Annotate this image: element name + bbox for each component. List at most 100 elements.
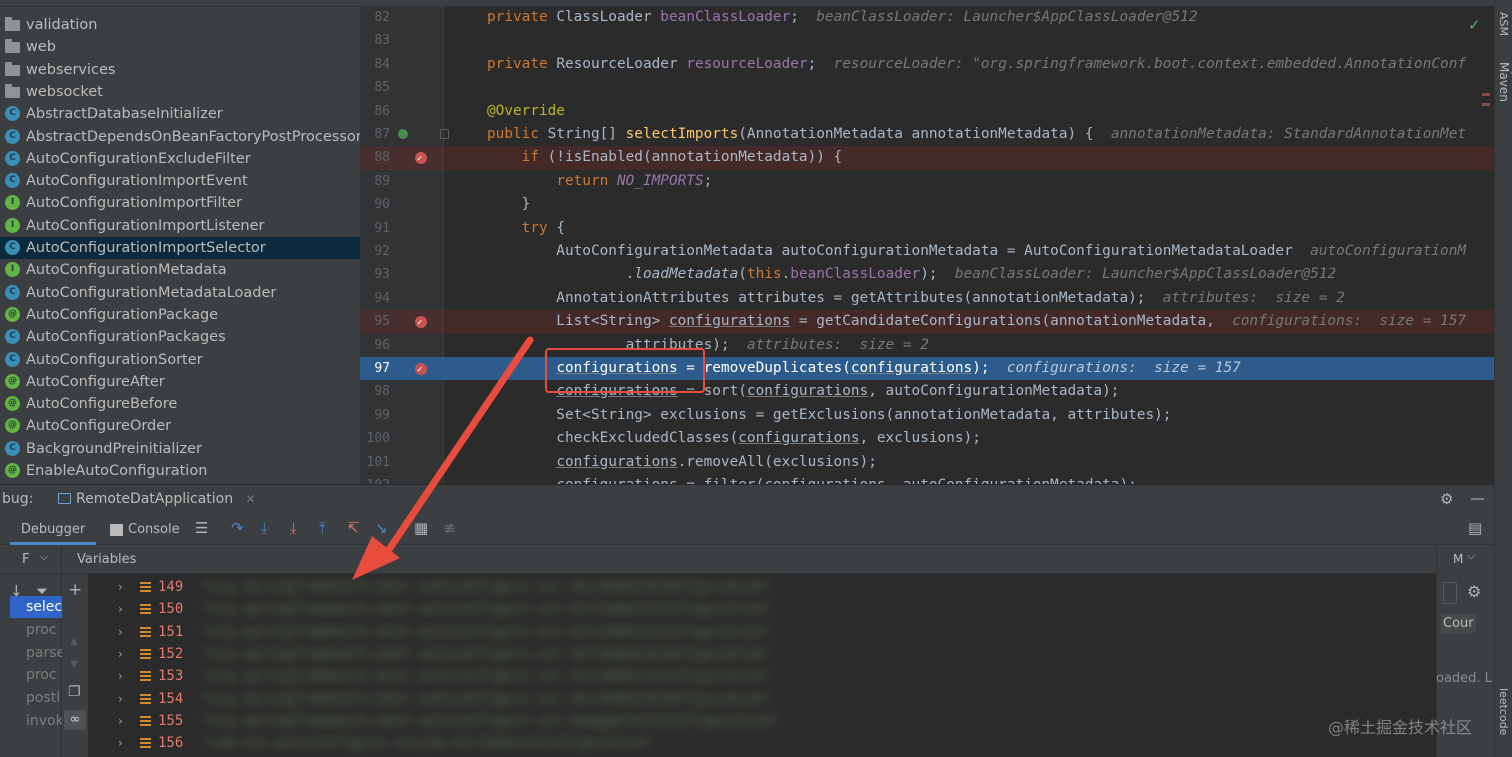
line-number[interactable]: 101 (360, 451, 390, 474)
code-line[interactable]: 101 configurations.removeAll(exclusions)… (360, 451, 1494, 474)
tree-item[interactable]: @ AutoConfigureAfter (0, 371, 360, 393)
code-text[interactable]: public String[] selectImports(Annotation… (487, 123, 1466, 146)
code-text[interactable]: private ResourceLoader resourceLoader; r… (487, 53, 1466, 76)
line-number[interactable]: 95 (360, 310, 390, 333)
glasses-icon[interactable]: ∞ (64, 710, 86, 730)
variable-row[interactable]: › 151 "org.springframework.boot.autoconfig… (88, 621, 1436, 643)
code-line[interactable]: 83 (360, 29, 1494, 52)
variable-row[interactable]: › 155 "org.springframework.boot.autoconfig… (88, 710, 1436, 732)
line-number[interactable]: 90 (360, 193, 390, 216)
line-number[interactable]: 82 (360, 6, 390, 29)
close-icon[interactable]: ✕ (246, 492, 256, 506)
run-to-cursor-icon[interactable]: ↘ (375, 519, 388, 537)
tree-item[interactable]: C AbstractDatabaseInitializer (0, 103, 360, 125)
code-line[interactable]: 102 configurations = filter(configuratio… (360, 474, 1494, 484)
step-out-icon[interactable]: ⤒ (319, 519, 326, 537)
tree-item[interactable]: C AbstractDependsOnBeanFactoryPostProcess… (0, 126, 360, 148)
line-number[interactable]: 87 (360, 123, 390, 146)
gear-icon[interactable]: ⚙ (1467, 582, 1481, 601)
code-line[interactable]: 93 .loadMetadata(this.beanClassLoader); … (360, 263, 1494, 286)
tree-item[interactable]: I AutoConfigurationMetadata (0, 259, 360, 281)
stack-frame[interactable]: selec (10, 596, 62, 618)
stack-frame[interactable]: proc (26, 664, 62, 686)
asm-tool-tab[interactable]: ASM (1497, 12, 1510, 36)
code-editor[interactable]: 82 private ClassLoader beanClassLoader; b… (360, 0, 1494, 484)
minimize-icon[interactable]: — (1470, 489, 1485, 507)
run-config-tab[interactable]: RemoteDatApplication ✕ (54, 485, 264, 513)
force-step-into-icon[interactable]: ⤓ (290, 519, 297, 537)
error-stripe-marker[interactable] (1482, 85, 1490, 115)
code-text[interactable]: configurations.removeAll(exclusions); (487, 451, 877, 474)
code-text[interactable]: try { (487, 217, 565, 240)
gear-icon[interactable]: ⚙ (1440, 490, 1453, 508)
override-marker-icon[interactable] (398, 129, 408, 139)
breakpoint-icon[interactable] (415, 148, 427, 172)
code-text[interactable]: private ClassLoader beanClassLoader; bea… (487, 6, 1197, 29)
chevron-right-icon[interactable]: › (118, 665, 123, 687)
stack-frame[interactable]: proc (26, 619, 62, 641)
chevron-down-icon[interactable]: ⌵ (1467, 549, 1475, 563)
tree-item[interactable]: @ AutoConfigureBefore (0, 393, 360, 415)
code-text[interactable]: List<String> configurations = getCandida… (487, 310, 1466, 333)
code-text[interactable]: } (487, 193, 531, 216)
code-line[interactable]: 88 if (!isEnabled(annotationMetadata)) { (360, 146, 1494, 172)
tree-item[interactable]: validation (0, 14, 360, 36)
chevron-right-icon[interactable]: › (118, 643, 123, 665)
code-line[interactable]: 87 public String[] selectImports(Annotati… (360, 123, 1494, 146)
stack-frame[interactable]: invok (26, 710, 62, 732)
tree-item[interactable]: C AutoConfigurationImportSelector (0, 237, 360, 259)
tree-item[interactable]: web (0, 36, 360, 58)
tree-item[interactable]: C AutoConfigurationPackages (0, 326, 360, 348)
code-text[interactable]: checkExcludedClasses(configurations, exc… (487, 427, 981, 450)
line-number[interactable]: 102 (360, 474, 390, 484)
line-number[interactable]: 96 (360, 334, 390, 357)
code-text[interactable]: if (!isEnabled(annotationMetadata)) { (487, 146, 843, 169)
variable-row[interactable]: › 154 "org.springframework.boot.autoconfig… (88, 688, 1436, 710)
trace-icon[interactable]: ≢ (443, 519, 456, 537)
chevron-right-icon[interactable]: › (118, 621, 123, 643)
chevron-right-icon[interactable]: › (118, 710, 123, 732)
down-icon[interactable]: ▼ (70, 659, 78, 670)
tree-item[interactable]: I AutoConfigurationImportFilter (0, 192, 360, 214)
chevron-right-icon[interactable]: › (118, 576, 123, 598)
code-line[interactable]: 90 } (360, 193, 1494, 216)
line-number[interactable]: 100 (360, 427, 390, 450)
variable-row[interactable]: › 152 "org.springframework.boot.autoconfig… (88, 643, 1436, 665)
code-line[interactable]: 82 private ClassLoader beanClassLoader; b… (360, 6, 1494, 29)
line-number[interactable]: 92 (360, 240, 390, 263)
line-number[interactable]: 98 (360, 380, 390, 403)
memory-search-input[interactable] (1443, 582, 1457, 604)
tree-item[interactable]: webservices (0, 59, 360, 81)
code-line[interactable]: 100 checkExcludedClasses(configurations,… (360, 427, 1494, 450)
line-number[interactable]: 97 (360, 357, 390, 380)
tree-item[interactable]: websocket (0, 81, 360, 103)
variable-row[interactable]: › 150 "org.springframework.boot.autoconfig… (88, 598, 1436, 620)
code-text[interactable]: @Override (487, 100, 565, 123)
code-text[interactable]: Set<String> exclusions = getExclusions(a… (487, 404, 1171, 427)
line-number[interactable]: 99 (360, 404, 390, 427)
code-line[interactable]: 89 return NO_IMPORTS; (360, 170, 1494, 193)
code-line[interactable]: 86 @Override (360, 100, 1494, 123)
tree-item[interactable]: C AutoConfigurationExcludeFilter (0, 148, 360, 170)
up-icon[interactable]: ▲ (70, 636, 78, 647)
chevron-right-icon[interactable]: › (118, 732, 123, 754)
count-column-header[interactable]: Cour (1441, 614, 1476, 633)
breakpoint-icon[interactable] (415, 359, 427, 382)
code-line[interactable]: 94 AnnotationAttributes attributes = get… (360, 287, 1494, 310)
tree-item[interactable]: @ AutoConfigureOrder (0, 415, 360, 437)
variable-row[interactable]: › 156 "com.xxx.autoconfigure.xxljob.XxlJob… (88, 732, 1436, 754)
drop-frame-icon[interactable]: ↸ (347, 519, 360, 537)
code-line[interactable]: 84 private ResourceLoader resourceLoader;… (360, 53, 1494, 76)
breakpoint-icon[interactable] (415, 312, 427, 336)
chevron-down-icon[interactable]: ⌵ (40, 550, 48, 564)
stack-frame[interactable]: postl (26, 687, 62, 709)
code-text[interactable]: return NO_IMPORTS; (487, 170, 712, 193)
tab-debugger[interactable]: Debugger (10, 520, 96, 545)
tree-item[interactable]: C BackgroundPreinitializer (0, 438, 360, 460)
code-line[interactable]: 85 (360, 76, 1494, 99)
line-number[interactable]: 84 (360, 53, 390, 76)
line-number[interactable]: 88 (360, 146, 390, 169)
code-text[interactable]: configurations = filter(configurations, … (487, 474, 1137, 484)
code-line[interactable]: 92 AutoConfigurationMetadata autoConfigu… (360, 240, 1494, 263)
maven-tool-tab[interactable]: mMaven (1497, 62, 1512, 102)
